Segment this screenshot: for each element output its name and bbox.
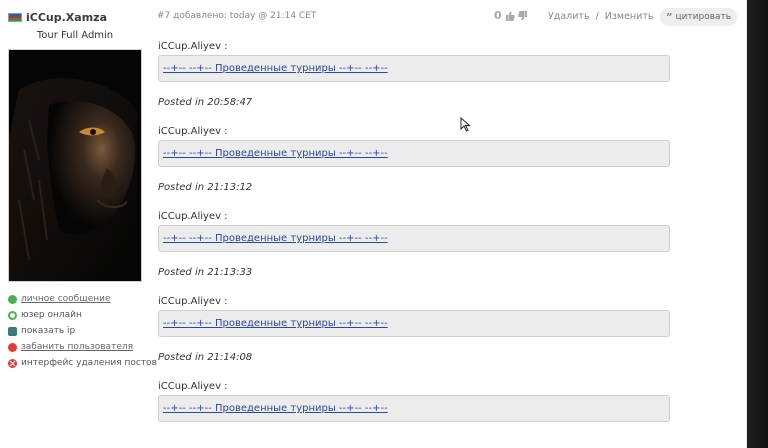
thumbs-down-icon[interactable] (517, 10, 528, 21)
ip-icon (8, 326, 17, 336)
posted-time: Posted in 21:13:33 (158, 267, 253, 278)
post-edit-links: Удалить / Изменить (548, 11, 653, 22)
lion-avatar-image (9, 50, 141, 281)
posted-time: Posted in 21:13:12 (158, 182, 253, 193)
quote-box: --+-- --+-- Проведенные турниры --+-- --… (158, 225, 670, 252)
score-value: 0 (494, 9, 502, 22)
action-user-online: юзер онлайн (8, 307, 158, 323)
action-label: показать ip (21, 326, 76, 336)
quote-entry: iCCup.Aliyev : --+-- --+-- Проведенные т… (158, 125, 670, 195)
forum-post: iCCup.Xamza Tour Full Admin личное сообщ… (0, 0, 747, 448)
avatar (8, 49, 142, 282)
action-delete-posts[interactable]: интерфейс удаления постов (8, 355, 158, 371)
action-label: юзер онлайн (21, 310, 82, 320)
delete-post-link[interactable]: Удалить (548, 11, 590, 22)
action-private-message[interactable]: личное сообщение (8, 291, 158, 307)
text-cursor-icon (460, 117, 471, 132)
quote-button-label: цитировать (675, 12, 732, 22)
quote-box: --+-- --+-- Проведенные турниры --+-- --… (158, 140, 670, 167)
quote-entry: iCCup.Aliyev : --+-- --+-- Проведенные т… (158, 295, 670, 365)
posted-time: Posted in 21:14:08 (158, 352, 253, 363)
tournaments-link[interactable]: --+-- --+-- Проведенные турниры --+-- --… (163, 233, 388, 244)
ban-icon (8, 342, 17, 352)
posted-time: Posted in 20:58:47 (158, 97, 253, 108)
link-separator: / (595, 11, 599, 22)
quote-author: iCCup.Aliyev : (158, 41, 228, 52)
tournaments-link[interactable]: --+-- --+-- Проведенные турниры --+-- --… (163, 403, 388, 414)
user-actions: личное сообщение юзер онлайн показать ip… (8, 291, 158, 371)
author-rank: Tour Full Admin (36, 30, 114, 41)
edit-post-link[interactable]: Изменить (605, 11, 654, 22)
message-icon (8, 294, 17, 304)
country-flag-icon (8, 12, 22, 22)
quote-entry: iCCup.Aliyev : --+-- --+-- Проведенные т… (158, 40, 670, 110)
action-label: личное сообщение (21, 294, 111, 304)
action-show-ip[interactable]: показать ip (8, 323, 158, 339)
tournaments-link[interactable]: --+-- --+-- Проведенные турниры --+-- --… (163, 318, 388, 329)
post-content: iCCup.Aliyev : --+-- --+-- Проведенные т… (158, 40, 670, 422)
quote-button[interactable]: ” цитировать (660, 8, 737, 26)
author-name[interactable]: iCCup.Xamza (8, 9, 107, 25)
action-label: забанить пользователя (21, 342, 134, 352)
thumbs-up-icon[interactable] (505, 11, 515, 21)
author-name-text: iCCup.Xamza (26, 10, 107, 24)
page-background-dark (747, 0, 768, 448)
tournaments-link[interactable]: --+-- --+-- Проведенные турниры --+-- --… (163, 148, 388, 159)
quote-box: --+-- --+-- Проведенные турниры --+-- --… (158, 55, 670, 82)
tournaments-link[interactable]: --+-- --+-- Проведенные турниры --+-- --… (163, 63, 388, 74)
quote-author: iCCup.Aliyev : (158, 296, 228, 307)
delete-icon (8, 358, 17, 368)
post-meta: #7 добавлено: today @ 21:14 CET (157, 11, 317, 21)
online-status-icon (8, 310, 17, 320)
action-label: интерфейс удаления постов (21, 358, 157, 368)
quote-author: iCCup.Aliyev : (158, 126, 228, 137)
action-ban-user[interactable]: забанить пользователя (8, 339, 158, 355)
quote-author: iCCup.Aliyev : (158, 211, 228, 222)
quote-icon: ” (665, 11, 673, 23)
quote-box: --+-- --+-- Проведенные турниры --+-- --… (158, 395, 670, 422)
quote-entry: iCCup.Aliyev : --+-- --+-- Проведенные т… (158, 210, 670, 280)
quote-box: --+-- --+-- Проведенные турниры --+-- --… (158, 310, 670, 337)
post-rating: 0 (494, 9, 528, 22)
quote-author: iCCup.Aliyev : (158, 381, 228, 392)
quote-entry: iCCup.Aliyev : --+-- --+-- Проведенные т… (158, 380, 670, 422)
